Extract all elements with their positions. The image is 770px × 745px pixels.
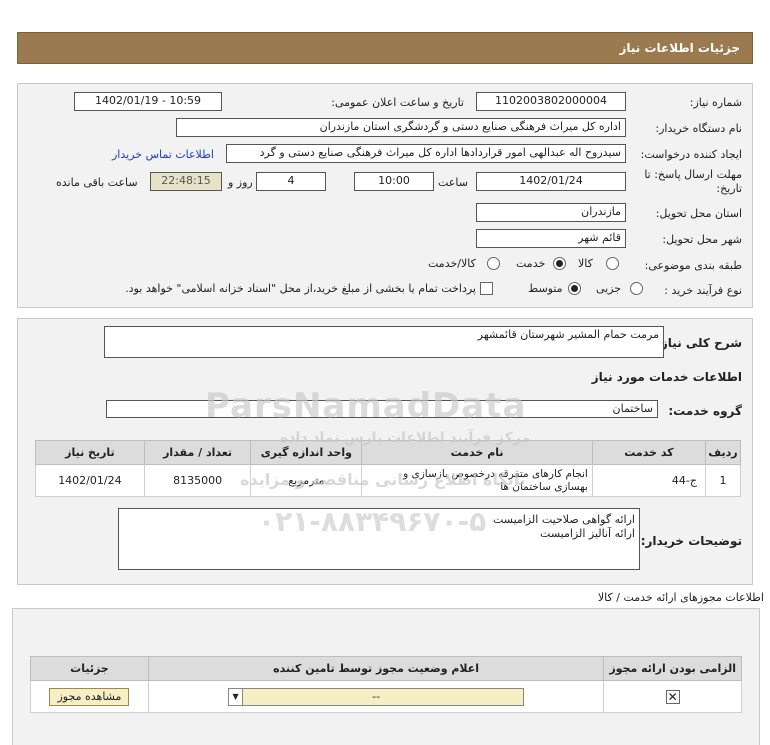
col-service-code: کد خدمت	[591, 440, 706, 465]
buyer-contact-link[interactable]: اطلاعات تماس خریدار	[112, 148, 214, 161]
purchase-label-minor: جزیی	[596, 282, 622, 295]
service-group-label: گروه خدمت:	[668, 404, 742, 418]
cell-quantity: 8135000	[143, 464, 252, 497]
buyer-org-label: نام دستگاه خریدار:	[655, 122, 742, 135]
category-label-goods-service: کالا/خدمت	[428, 257, 476, 270]
requester-label: ایجاد کننده درخواست:	[640, 148, 742, 161]
services-table: ردیف کد خدمت نام خدمت واحد اندازه گیری ت…	[35, 440, 742, 497]
page-header: جزئیات اطلاعات نیاز	[17, 32, 753, 64]
category-radio-service[interactable]	[553, 257, 566, 270]
buyer-notes-field[interactable]: ارائه گواهی صلاحیت الزامیست ارائه آنالیز…	[118, 508, 640, 570]
category-label: طبقه بندی موضوعی:	[644, 259, 742, 272]
category-label-goods: کالا	[578, 257, 593, 270]
col-quantity: تعداد / مقدار	[143, 440, 252, 465]
cell-service-code: ج-44	[591, 464, 706, 497]
buyer-org-field[interactable]: اداره کل میراث فرهنگی صنایع دستی و گردشگ…	[176, 118, 626, 137]
permit-required-checkbox: ✕	[665, 689, 680, 704]
col-need-date: تاریخ نیاز	[35, 440, 145, 465]
treasury-payment-checkbox[interactable]	[480, 282, 493, 295]
col-row: ردیف	[704, 440, 742, 465]
buyer-notes-label: توضیحات خریدار:	[640, 534, 742, 548]
col-unit: واحد اندازه گیری	[250, 440, 363, 465]
delivery-city-field[interactable]: قائم شهر	[476, 229, 626, 248]
delivery-province-field[interactable]: مازندران	[476, 203, 626, 222]
service-group-field[interactable]: ساختمان	[106, 400, 658, 418]
buyer-note-line-1: ارائه گواهی صلاحیت الزامیست	[492, 513, 635, 526]
services-info-title: اطلاعات خدمات مورد نیاز	[591, 370, 742, 384]
category-label-service: خدمت	[516, 257, 546, 270]
permits-title: اطلاعات مجوزهای ارائه خدمت / کالا	[597, 591, 764, 604]
view-permit-button[interactable]: مشاهده مجوز	[49, 687, 130, 706]
cell-need-date: 1402/01/24	[35, 464, 145, 497]
treasury-payment-note: پرداخت تمام یا بخشی از مبلغ خرید،از محل …	[125, 282, 476, 295]
purchase-radio-minor[interactable]	[630, 282, 643, 295]
col-service-name: نام خدمت	[361, 440, 593, 465]
permit-required-cell: ✕	[603, 680, 742, 713]
buyer-note-line-2: ارائه آنالیز الزامیست	[540, 527, 635, 540]
need-number-label: شماره نیاز:	[689, 96, 742, 109]
cell-unit: مترمربع	[250, 464, 363, 497]
permit-status-value: --	[372, 689, 381, 703]
permits-table: الزامی بودن ارائه مجوز اعلام وضعیت مجوز …	[30, 656, 742, 713]
page-title: جزئیات اطلاعات نیاز	[619, 41, 740, 55]
deadline-time-field[interactable]: 10:00	[354, 172, 434, 191]
permit-details-cell: مشاهده مجوز	[30, 680, 149, 713]
col-permit-required: الزامی بودن ارائه مجوز	[603, 656, 742, 681]
remaining-label: ساعت باقی مانده	[56, 176, 138, 189]
purchase-type-label: نوع فرآیند خرید :	[664, 284, 742, 297]
purchase-radio-medium[interactable]	[568, 282, 581, 295]
requester-field[interactable]: سیدروح اله عبدالهی امور قراردادها اداره …	[226, 144, 626, 163]
remaining-time-field: 22:48:15	[150, 172, 222, 191]
cell-service-name: انجام کارهای متفرقه درخصوص بازسازی و بهس…	[361, 464, 593, 497]
deadline-label: مهلت ارسال پاسخ: تا تاریخ:	[644, 168, 742, 195]
announce-datetime-field[interactable]: 1402/01/19 - 10:59	[74, 92, 222, 111]
days-and-label: روز و	[228, 176, 253, 189]
purchase-label-medium: متوسط	[528, 282, 563, 295]
permit-status-select[interactable]: -- ▼	[228, 687, 525, 706]
announce-datetime-label: تاریخ و ساعت اعلان عمومی:	[331, 96, 464, 109]
delivery-province-label: استان محل تحویل:	[655, 207, 742, 220]
services-table-header: ردیف کد خدمت نام خدمت واحد اندازه گیری ت…	[35, 440, 742, 465]
col-permit-details: جزئیات	[30, 656, 149, 681]
remaining-days-field[interactable]: 4	[256, 172, 326, 191]
table-row: 1 ج-44 انجام کارهای متفرقه درخصوص بازساز…	[35, 464, 742, 497]
category-radio-goods-service[interactable]	[487, 257, 500, 270]
need-number-field[interactable]: 1102003802000004	[476, 92, 626, 111]
cell-row: 1	[704, 464, 742, 497]
chevron-down-icon[interactable]: ▼	[229, 688, 244, 705]
delivery-city-label: شهر محل تحویل:	[662, 233, 742, 246]
deadline-date-field[interactable]: 1402/01/24	[476, 172, 626, 191]
col-permit-status: اعلام وضعیت مجوز توسط تامین کننده	[147, 656, 605, 681]
table-row: ✕ -- ▼ مشاهده مجوز	[30, 680, 742, 713]
description-field[interactable]: مرمت حمام المشیر شهرستان قائمشهر	[104, 326, 664, 358]
category-radio-goods[interactable]	[606, 257, 619, 270]
permit-status-cell: -- ▼	[147, 680, 605, 713]
deadline-hour-label: ساعت	[438, 176, 468, 189]
description-title: شرح کلی نیاز:	[656, 336, 742, 350]
permits-table-header: الزامی بودن ارائه مجوز اعلام وضعیت مجوز …	[30, 656, 742, 681]
